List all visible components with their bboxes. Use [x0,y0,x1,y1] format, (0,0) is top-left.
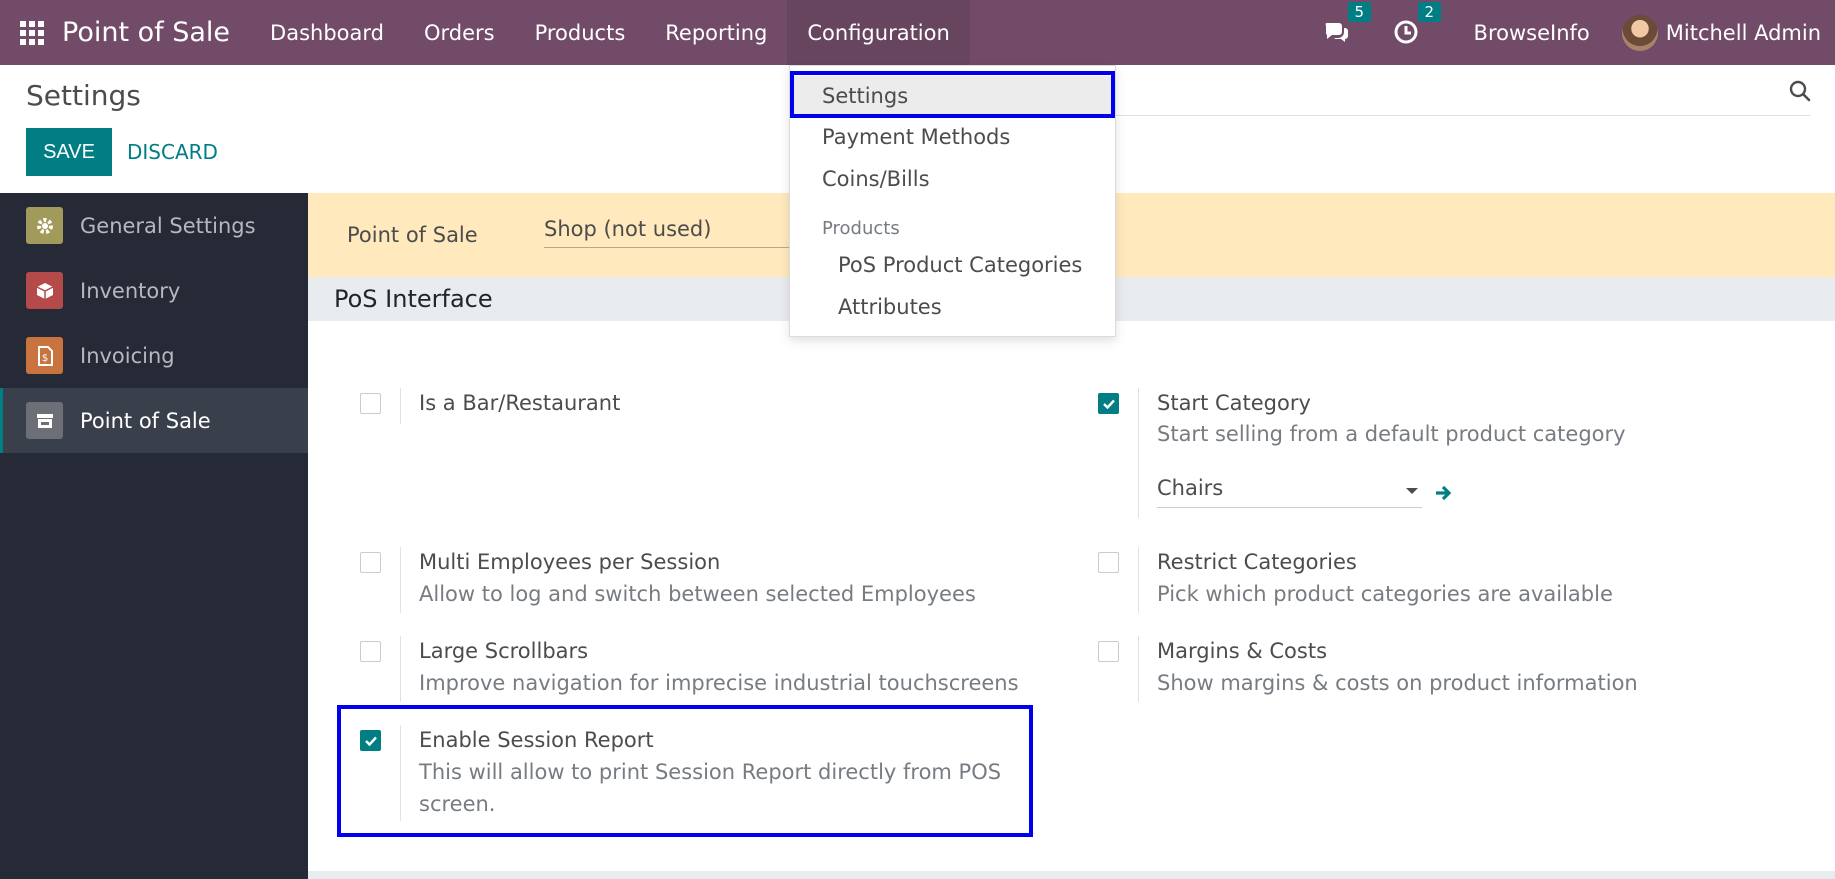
box-icon [26,272,63,309]
sidebar-item-point-of-sale[interactable]: Point of Sale [0,388,308,453]
margins-costs-checkbox[interactable] [1098,641,1119,662]
menu-reporting[interactable]: Reporting [645,0,787,65]
sidebar-item-label: Point of Sale [80,408,211,433]
user-avatar[interactable] [1621,14,1658,51]
multi-employees-checkbox[interactable] [360,552,381,573]
sidebar-item-label: General Settings [80,213,256,238]
multi-employees-desc: Allow to log and switch between selected… [419,582,976,606]
configuration-dropdown: Settings Payment Methods Coins/Bills Pro… [789,65,1116,337]
divider [400,636,401,702]
session-report-checkbox[interactable] [360,730,381,751]
search-input[interactable] [1110,115,1810,116]
restrict-categories-checkbox[interactable] [1098,552,1119,573]
restrict-categories-title: Restrict Categories [1157,550,1357,574]
divider [400,388,401,424]
user-menu[interactable]: Mitchell Admin [1666,21,1821,45]
search-icon[interactable] [1788,79,1812,103]
start-category-desc: Start selling from a default product cat… [1157,422,1626,446]
save-button[interactable]: SAVE [26,128,112,176]
clock-icon [1394,20,1418,43]
sidebar-item-inventory[interactable]: Inventory [0,258,308,323]
activities-button[interactable]: 2 [1392,1,1442,48]
restrict-categories-desc: Pick which product categories are availa… [1157,582,1613,606]
company-switcher[interactable]: BrowseInfo [1474,21,1590,45]
messages-badge: 5 [1347,1,1372,22]
dropdown-item-payment-methods[interactable]: Payment Methods [790,117,1115,157]
caret-down-icon [1406,488,1418,494]
divider [400,547,401,613]
margins-costs-desc: Show margins & costs on product informat… [1157,671,1638,695]
banner-label: Point of Sale [347,223,478,247]
sidebar-item-general-settings[interactable]: General Settings [0,193,308,258]
page-title: Settings [26,79,141,112]
bar-restaurant-title: Is a Bar/Restaurant [419,391,621,415]
dropdown-item-pos-product-categories[interactable]: PoS Product Categories [790,245,1115,285]
activities-badge: 2 [1417,1,1442,22]
store-icon [26,402,63,439]
svg-text:$: $ [41,353,47,364]
menu-configuration[interactable]: Configuration [787,0,970,65]
invoice-icon: $ [26,337,63,374]
settings-sidebar: General Settings Inventory $ Invoicing P… [0,193,308,879]
large-scrollbars-title: Large Scrollbars [419,639,589,663]
section-footer [308,871,1835,879]
start-category-value: Chairs [1157,476,1224,500]
margins-costs-title: Margins & Costs [1157,639,1328,663]
section-title: PoS Interface [334,285,493,313]
multi-employees-title: Multi Employees per Session [419,550,721,574]
start-category-title: Start Category [1157,391,1311,415]
start-category-select[interactable]: Chairs [1157,476,1422,508]
arrow-right-icon[interactable] [1434,483,1454,503]
dropdown-item-attributes[interactable]: Attributes [790,287,1115,327]
gear-icon [26,207,63,244]
divider [1138,388,1139,518]
dropdown-header-products: Products [822,218,900,239]
sidebar-item-invoicing[interactable]: $ Invoicing [0,323,308,388]
dropdown-item-coins-bills[interactable]: Coins/Bills [790,159,1115,199]
apps-grid-icon[interactable] [20,20,44,45]
chat-bubbles-icon [1325,22,1348,42]
divider [400,725,401,821]
menu-orders[interactable]: Orders [404,0,515,65]
check-icon [1103,399,1115,410]
check-icon [365,736,377,747]
app-brand[interactable]: Point of Sale [62,17,230,48]
discard-button[interactable]: DISCARD [127,128,218,176]
sidebar-item-label: Invoicing [80,343,175,368]
top-navbar: Point of Sale Dashboard Orders Products … [0,0,1835,65]
start-category-checkbox[interactable] [1098,393,1119,414]
divider [1138,547,1139,613]
menu-products[interactable]: Products [515,0,646,65]
sidebar-item-label: Inventory [80,278,181,303]
bar-restaurant-checkbox[interactable] [360,393,381,414]
divider [1138,636,1139,702]
large-scrollbars-checkbox[interactable] [360,641,381,662]
highlight-settings [790,71,1115,118]
session-report-desc: This will allow to print Session Report … [419,760,1002,816]
session-report-title: Enable Session Report [419,728,654,752]
large-scrollbars-desc: Improve navigation for imprecise industr… [419,671,1019,695]
navbar-systray: 5 2 BrowseInfo Mitchell Admin [1304,0,1835,65]
menu-dashboard[interactable]: Dashboard [250,0,404,65]
messages-button[interactable]: 5 [1322,1,1372,48]
